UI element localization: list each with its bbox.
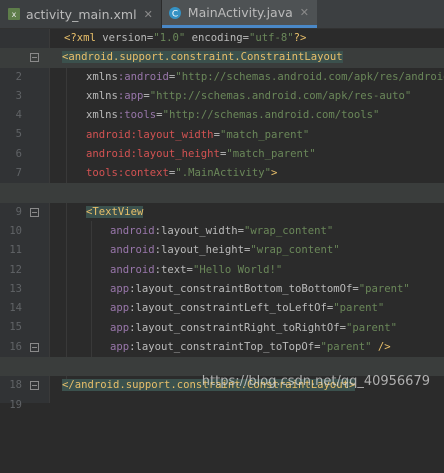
code-line[interactable]: 3 xmlns:android="http://schemas.android.… (0, 68, 444, 102)
tools-context-attr: tools:context=".MainActivity"> (86, 167, 278, 180)
xml-file-icon: x (6, 7, 21, 22)
code-line[interactable]: 13 android:text="Hello World!" (0, 261, 444, 295)
fold-toggle-icon[interactable] (30, 53, 39, 63)
fold-toggle-icon[interactable] (30, 342, 39, 352)
close-icon[interactable]: ✕ (300, 6, 309, 19)
svg-text:x: x (11, 10, 16, 19)
watermark: https://blog.csdn.net/qq_40956679 (201, 374, 430, 389)
code-line[interactable]: 10 <TextView (0, 203, 444, 237)
code-line[interactable]: 12 android:layout_height="wrap_content" (0, 241, 444, 275)
xmlns-android-attr: xmlns:android="http://schemas.android.co… (86, 70, 444, 83)
layout-height-attr: android:layout_height="match_parent" (86, 147, 316, 160)
fold-toggle-icon[interactable] (30, 207, 39, 217)
xmlns-tools-attr: xmlns:tools="http://schemas.android.com/… (86, 109, 380, 122)
code-line[interactable]: 14 app:layout_constraintBottom_toBottomO… (0, 280, 444, 314)
tab-label: MainActivity.java (187, 5, 293, 20)
code-line[interactable]: 7 android:layout_height="match_parent" (0, 145, 444, 179)
code-line[interactable]: 1 <?xml version="1.0" encoding="utf-8"?> (0, 29, 444, 63)
code-line[interactable]: 9 (0, 183, 444, 218)
code-line[interactable]: 11 android:layout_width="wrap_content" (0, 222, 444, 256)
code-editor[interactable]: 1 <?xml version="1.0" encoding="utf-8"?>… (0, 29, 444, 411)
line-number: 19 (9, 398, 22, 411)
code-line[interactable]: 4 xmlns:app="http://schemas.android.com/… (0, 87, 444, 121)
tab-main-activity-java[interactable]: C MainActivity.java ✕ (161, 0, 317, 28)
constraint-bottom-attr: app:layout_constraintBottom_toBottomOf="… (110, 282, 410, 295)
java-class-icon: C (168, 5, 183, 20)
textview-layout-width-attr: android:layout_width="wrap_content" (110, 225, 334, 237)
constraint-layout-open-tag: <android.support.constraint.ConstraintLa… (62, 51, 343, 64)
textview-open-tag: <TextView (86, 205, 144, 218)
constraint-right-attr: app:layout_constraintRight_toRightOf="pa… (110, 321, 398, 334)
code-line[interactable]: 2 <android.support.constraint.Constraint… (0, 48, 444, 83)
code-line[interactable]: 17 app:layout_constraintTop_toTopOf="par… (0, 338, 444, 372)
tab-label: activity_main.xml (26, 6, 137, 22)
tab-activity-main-xml[interactable]: x activity_main.xml ✕ (0, 0, 161, 28)
xml-declaration: <?xml version="1.0" encoding="utf-8"?> (64, 32, 307, 44)
code-line[interactable]: 16 app:layout_constraintRight_toRightOf=… (0, 319, 444, 353)
editor-tab-bar: x activity_main.xml ✕ C MainActivity.jav… (0, 0, 444, 29)
fold-toggle-icon[interactable] (30, 381, 39, 391)
textview-layout-height-attr: android:layout_height="wrap_content" (110, 244, 340, 257)
textview-text-attr: android:text="Hello World!" (110, 263, 283, 276)
code-line[interactable]: 8 tools:context=".MainActivity"> (0, 164, 444, 198)
code-line[interactable]: 15 app:layout_constraintLeft_toLeftOf="p… (0, 299, 444, 333)
close-icon[interactable]: ✕ (144, 8, 153, 21)
code-line[interactable]: 6 android:layout_width="match_parent" (0, 126, 444, 160)
code-line[interactable]: 5 xmlns:tools="http://schemas.android.co… (0, 106, 444, 140)
svg-text:C: C (172, 9, 178, 19)
xmlns-app-attr: xmlns:app="http://schemas.android.com/ap… (86, 89, 412, 102)
constraint-left-attr: app:layout_constraintLeft_toLeftOf="pare… (110, 302, 385, 315)
layout-width-attr: android:layout_width="match_parent" (86, 128, 310, 141)
constraint-top-attr: app:layout_constraintTop_toTopOf="parent… (110, 340, 391, 353)
